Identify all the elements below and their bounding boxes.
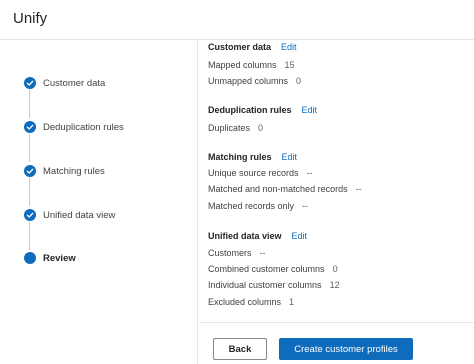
- row-label: Combined customer columns: [208, 264, 325, 274]
- row-label: Unique source records: [208, 168, 299, 178]
- summary-row: Matched records only --: [208, 201, 308, 211]
- row-value: 15: [284, 60, 295, 70]
- step-connector: [29, 222, 30, 250]
- step-customer-data[interactable]: Customer data: [24, 75, 105, 91]
- row-label: Matched and non-matched records: [208, 184, 348, 194]
- footer-bar: Back Create customer profiles: [199, 322, 474, 364]
- checkmark-circle-icon: [24, 121, 36, 133]
- summary-row: Combined customer columns 0: [208, 264, 338, 274]
- summary-row: Duplicates 0: [208, 123, 263, 133]
- section-title: Unified data view: [208, 231, 282, 241]
- row-label: Excluded columns: [208, 297, 282, 307]
- step-label: Matching rules: [43, 165, 105, 177]
- back-button[interactable]: Back: [213, 338, 267, 360]
- row-label: Unmapped columns: [208, 76, 289, 86]
- checkmark-circle-icon: [24, 77, 36, 89]
- section-title: Matching rules: [208, 152, 272, 162]
- row-value: 0: [332, 264, 338, 274]
- summary-row: Unique source records --: [208, 168, 313, 178]
- step-review[interactable]: Review: [24, 250, 76, 266]
- section-title: Customer data: [208, 42, 272, 52]
- step-connector: [29, 134, 30, 162]
- header-bar: Unify: [0, 0, 474, 40]
- edit-customer-data-link[interactable]: Edit: [281, 42, 297, 52]
- summary-row: Matched and non-matched records --: [208, 184, 362, 194]
- row-value: --: [306, 168, 313, 178]
- step-label: Review: [43, 252, 76, 264]
- edit-deduplication-link[interactable]: Edit: [302, 105, 318, 115]
- row-label: Duplicates: [208, 123, 251, 133]
- row-value: --: [302, 201, 309, 211]
- row-value: 0: [258, 123, 264, 133]
- row-label: Mapped columns: [208, 60, 277, 70]
- step-matching-rules[interactable]: Matching rules: [24, 163, 105, 179]
- section-title: Deduplication rules: [208, 105, 292, 115]
- step-deduplication-rules[interactable]: Deduplication rules: [24, 119, 124, 135]
- row-value: 0: [296, 76, 302, 86]
- summary-row: Individual customer columns 12: [208, 280, 340, 290]
- row-value: 12: [329, 280, 340, 290]
- step-connector: [29, 90, 30, 118]
- step-connector: [29, 178, 30, 206]
- step-label: Deduplication rules: [43, 121, 124, 133]
- steps-rail: Customer data Deduplication rules Matchi…: [0, 40, 198, 364]
- step-label: Unified data view: [43, 209, 116, 221]
- filled-circle-icon: [24, 252, 36, 264]
- page-title: Unify: [13, 10, 48, 27]
- checkmark-circle-icon: [24, 165, 36, 177]
- edit-matching-link[interactable]: Edit: [282, 152, 298, 162]
- unified-view-section-header: Unified data view Edit: [208, 231, 307, 241]
- summary-row: Mapped columns 15: [208, 60, 295, 70]
- step-unified-data-view[interactable]: Unified data view: [24, 207, 115, 223]
- create-customer-profiles-button[interactable]: Create customer profiles: [279, 338, 413, 360]
- unify-panel: Unify Customer data Deduplication rules …: [0, 0, 474, 364]
- row-label: Individual customer columns: [208, 280, 322, 290]
- row-label: Matched records only: [208, 201, 295, 211]
- deduplication-section-header: Deduplication rules Edit: [208, 105, 317, 115]
- checkmark-circle-icon: [24, 209, 36, 221]
- row-value: 1: [289, 297, 295, 307]
- summary-row: Unmapped columns 0: [208, 76, 301, 86]
- row-value: --: [259, 248, 266, 258]
- summary-row: Excluded columns 1: [208, 297, 294, 307]
- row-value: --: [355, 184, 362, 194]
- step-label: Customer data: [43, 77, 106, 89]
- edit-unified-view-link[interactable]: Edit: [292, 231, 308, 241]
- customer-data-section-header: Customer data Edit: [208, 42, 297, 52]
- summary-row: Customers --: [208, 248, 266, 258]
- review-summary: Customer data Edit Mapped columns 15 Unm…: [199, 40, 474, 322]
- row-label: Customers: [208, 248, 252, 258]
- matching-section-header: Matching rules Edit: [208, 152, 297, 162]
